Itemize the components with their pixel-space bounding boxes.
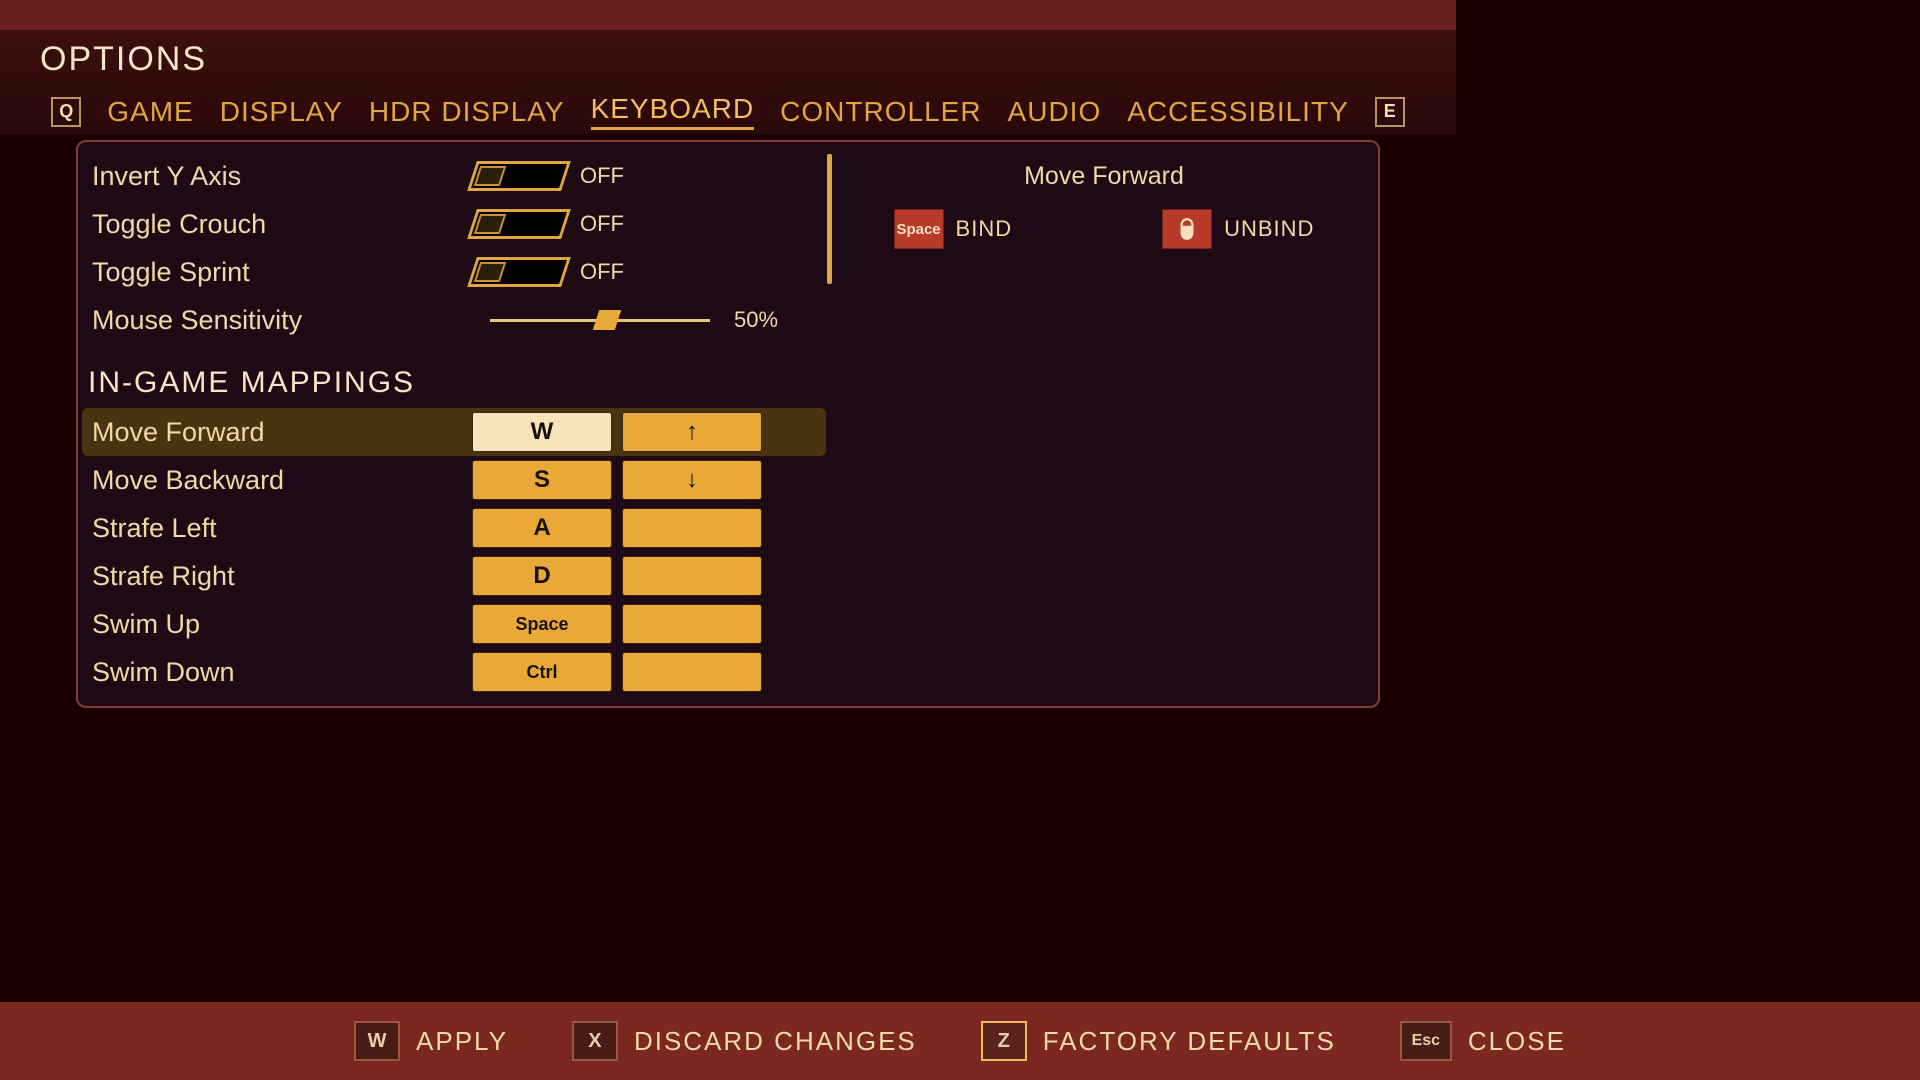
tab-audio[interactable]: AUDIO bbox=[1008, 96, 1102, 128]
keybind-primary[interactable]: W bbox=[472, 412, 612, 452]
setting-invert-y[interactable]: Invert Y Axis OFF bbox=[78, 152, 830, 200]
footer-key-hint: X bbox=[572, 1021, 618, 1061]
keybind-secondary[interactable] bbox=[622, 604, 762, 644]
scrollbar-thumb[interactable] bbox=[827, 154, 832, 284]
mapping-label: Move Backward bbox=[92, 465, 472, 496]
keybind-primary[interactable]: S bbox=[472, 460, 612, 500]
detail-actions: Space BIND UNBIND bbox=[894, 209, 1315, 249]
settings-column: Invert Y Axis OFF Toggle Crouch OFF Togg… bbox=[78, 142, 830, 706]
tab-bar: Q GAME DISPLAY HDR DISPLAY KEYBOARD CONT… bbox=[40, 79, 1416, 134]
footer-label: DISCARD CHANGES bbox=[634, 1026, 917, 1057]
keybind-secondary[interactable] bbox=[622, 652, 762, 692]
toggle-switch[interactable] bbox=[467, 161, 571, 191]
tab-controller[interactable]: CONTROLLER bbox=[780, 96, 981, 128]
window-top-bar bbox=[0, 0, 1456, 30]
toggle-knob bbox=[474, 262, 506, 282]
mapping-move-backward[interactable]: Move Backward S ↓ bbox=[78, 456, 830, 504]
mapping-label: Strafe Left bbox=[92, 513, 472, 544]
mapping-strafe-right[interactable]: Strafe Right D bbox=[78, 552, 830, 600]
tab-keyboard[interactable]: KEYBOARD bbox=[591, 93, 755, 130]
mapping-label: Move Forward bbox=[92, 417, 472, 448]
setting-label: Toggle Crouch bbox=[92, 209, 472, 240]
mapping-label: Swim Down bbox=[92, 657, 472, 688]
keybind-secondary[interactable]: ↑ bbox=[622, 412, 762, 452]
keybind-primary[interactable]: A bbox=[472, 508, 612, 548]
factory-defaults-button[interactable]: Z FACTORY DEFAULTS bbox=[981, 1021, 1336, 1061]
setting-mouse-sensitivity[interactable]: Mouse Sensitivity 50% bbox=[78, 296, 830, 344]
tab-accessibility[interactable]: ACCESSIBILITY bbox=[1127, 96, 1349, 128]
footer-key-hint: W bbox=[354, 1021, 400, 1061]
apply-button[interactable]: W APPLY bbox=[354, 1021, 508, 1061]
section-title: IN-GAME MAPPINGS bbox=[78, 344, 830, 408]
toggle-switch[interactable] bbox=[467, 257, 571, 287]
keybind-primary[interactable]: Ctrl bbox=[472, 652, 612, 692]
mapping-strafe-left[interactable]: Strafe Left A bbox=[78, 504, 830, 552]
unbind-label: UNBIND bbox=[1224, 216, 1314, 242]
mouse-icon bbox=[1162, 209, 1212, 249]
tab-game[interactable]: GAME bbox=[107, 96, 193, 128]
setting-label: Toggle Sprint bbox=[92, 257, 472, 288]
slider-knob[interactable] bbox=[592, 310, 620, 330]
mapping-label: Strafe Right bbox=[92, 561, 472, 592]
setting-label: Invert Y Axis bbox=[92, 161, 472, 192]
bind-key-hint: Space bbox=[894, 209, 944, 249]
tab-prev-key[interactable]: Q bbox=[51, 97, 81, 127]
setting-toggle-crouch[interactable]: Toggle Crouch OFF bbox=[78, 200, 830, 248]
footer-label: CLOSE bbox=[1468, 1026, 1566, 1057]
discard-button[interactable]: X DISCARD CHANGES bbox=[572, 1021, 917, 1061]
toggle-value: OFF bbox=[580, 163, 624, 189]
footer-bar: W APPLY X DISCARD CHANGES Z FACTORY DEFA… bbox=[0, 1002, 1920, 1080]
mapping-next-partial[interactable] bbox=[78, 696, 830, 708]
mapping-swim-down[interactable]: Swim Down Ctrl bbox=[78, 648, 830, 696]
main-panel: Invert Y Axis OFF Toggle Crouch OFF Togg… bbox=[76, 140, 1380, 708]
mapping-move-forward[interactable]: Move Forward W ↑ bbox=[82, 408, 826, 456]
sensitivity-slider[interactable] bbox=[490, 319, 710, 322]
toggle-value: OFF bbox=[580, 211, 624, 237]
detail-title: Move Forward bbox=[1024, 162, 1184, 191]
toggle-knob bbox=[474, 214, 506, 234]
bind-label: BIND bbox=[956, 216, 1013, 242]
toggle-value: OFF bbox=[580, 259, 624, 285]
close-button[interactable]: Esc CLOSE bbox=[1400, 1021, 1566, 1061]
keybind-primary[interactable]: D bbox=[472, 556, 612, 596]
keybind-secondary[interactable] bbox=[622, 556, 762, 596]
setting-toggle-sprint[interactable]: Toggle Sprint OFF bbox=[78, 248, 830, 296]
keybind-primary[interactable]: Space bbox=[472, 604, 612, 644]
detail-column: Move Forward Space BIND UNBIND bbox=[830, 142, 1378, 706]
tab-hdr-display[interactable]: HDR DISPLAY bbox=[369, 96, 565, 128]
header: OPTIONS Q GAME DISPLAY HDR DISPLAY KEYBO… bbox=[0, 30, 1456, 134]
footer-label: FACTORY DEFAULTS bbox=[1043, 1026, 1336, 1057]
tab-display[interactable]: DISPLAY bbox=[220, 96, 343, 128]
toggle-switch[interactable] bbox=[467, 209, 571, 239]
keybind-secondary[interactable]: ↓ bbox=[622, 460, 762, 500]
tab-next-key[interactable]: E bbox=[1375, 97, 1405, 127]
bind-action[interactable]: Space BIND bbox=[894, 209, 1013, 249]
mapping-label: Swim Up bbox=[92, 609, 472, 640]
toggle-knob bbox=[474, 166, 506, 186]
slider-value: 50% bbox=[734, 307, 778, 333]
footer-key-hint: Esc bbox=[1400, 1021, 1452, 1061]
setting-label: Mouse Sensitivity bbox=[92, 305, 472, 336]
footer-label: APPLY bbox=[416, 1026, 508, 1057]
mapping-swim-up[interactable]: Swim Up Space bbox=[78, 600, 830, 648]
keybind-secondary[interactable] bbox=[622, 508, 762, 548]
page-title: OPTIONS bbox=[40, 40, 1416, 79]
footer-key-hint: Z bbox=[981, 1021, 1027, 1061]
unbind-action[interactable]: UNBIND bbox=[1162, 209, 1314, 249]
